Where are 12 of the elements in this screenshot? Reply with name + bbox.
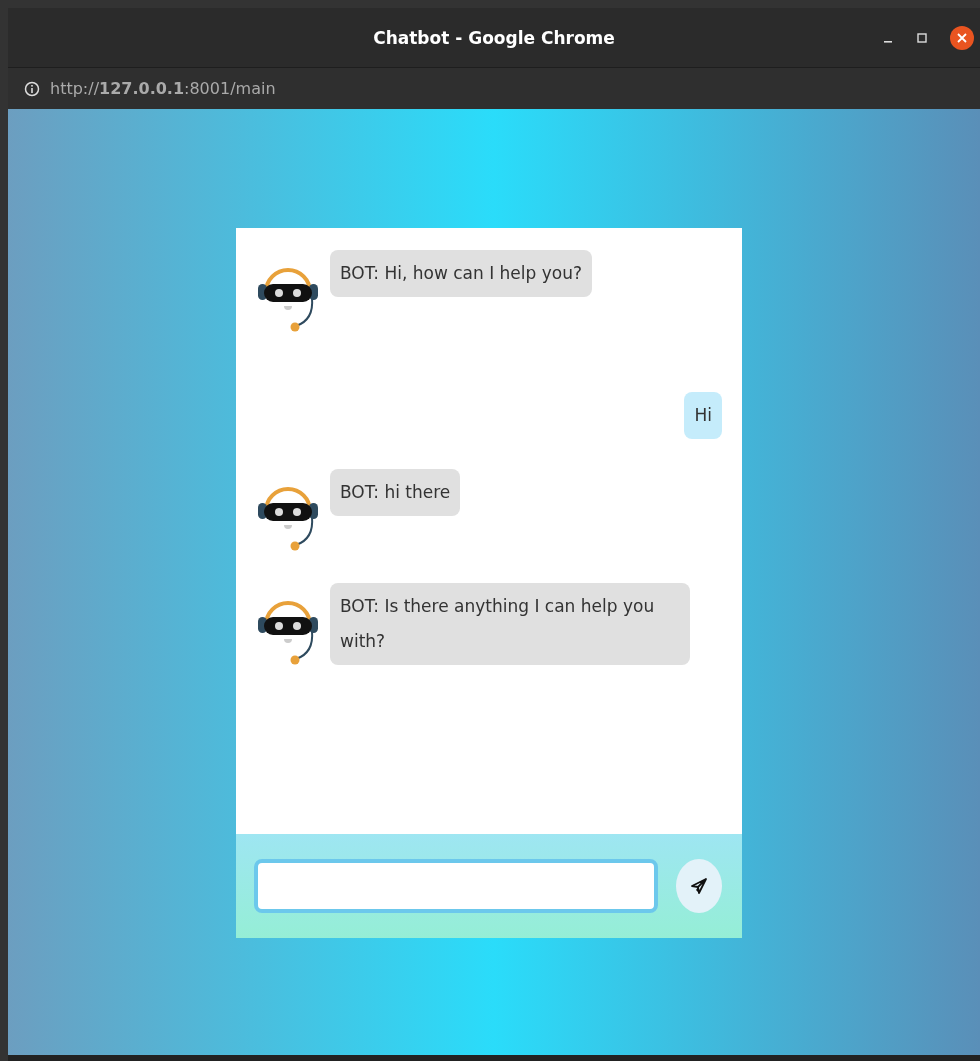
bot-message: BOT: Hi, how can I help you? [330,250,592,297]
message-input-field[interactable] [254,859,658,913]
maximize-icon[interactable] [916,32,928,44]
bot-message: BOT: Is there anything I can help you with? [330,583,690,665]
window-title: Chatbot - Google Chrome [373,27,615,48]
user-message: Hi [684,392,722,439]
bot-message: BOT: hi there [330,469,461,516]
paper-plane-icon [689,876,709,896]
close-icon[interactable] [950,26,974,50]
send-button[interactable] [676,859,722,913]
info-icon[interactable] [24,80,40,97]
url-text[interactable]: http://127.0.0.1:8001/main [50,79,276,98]
